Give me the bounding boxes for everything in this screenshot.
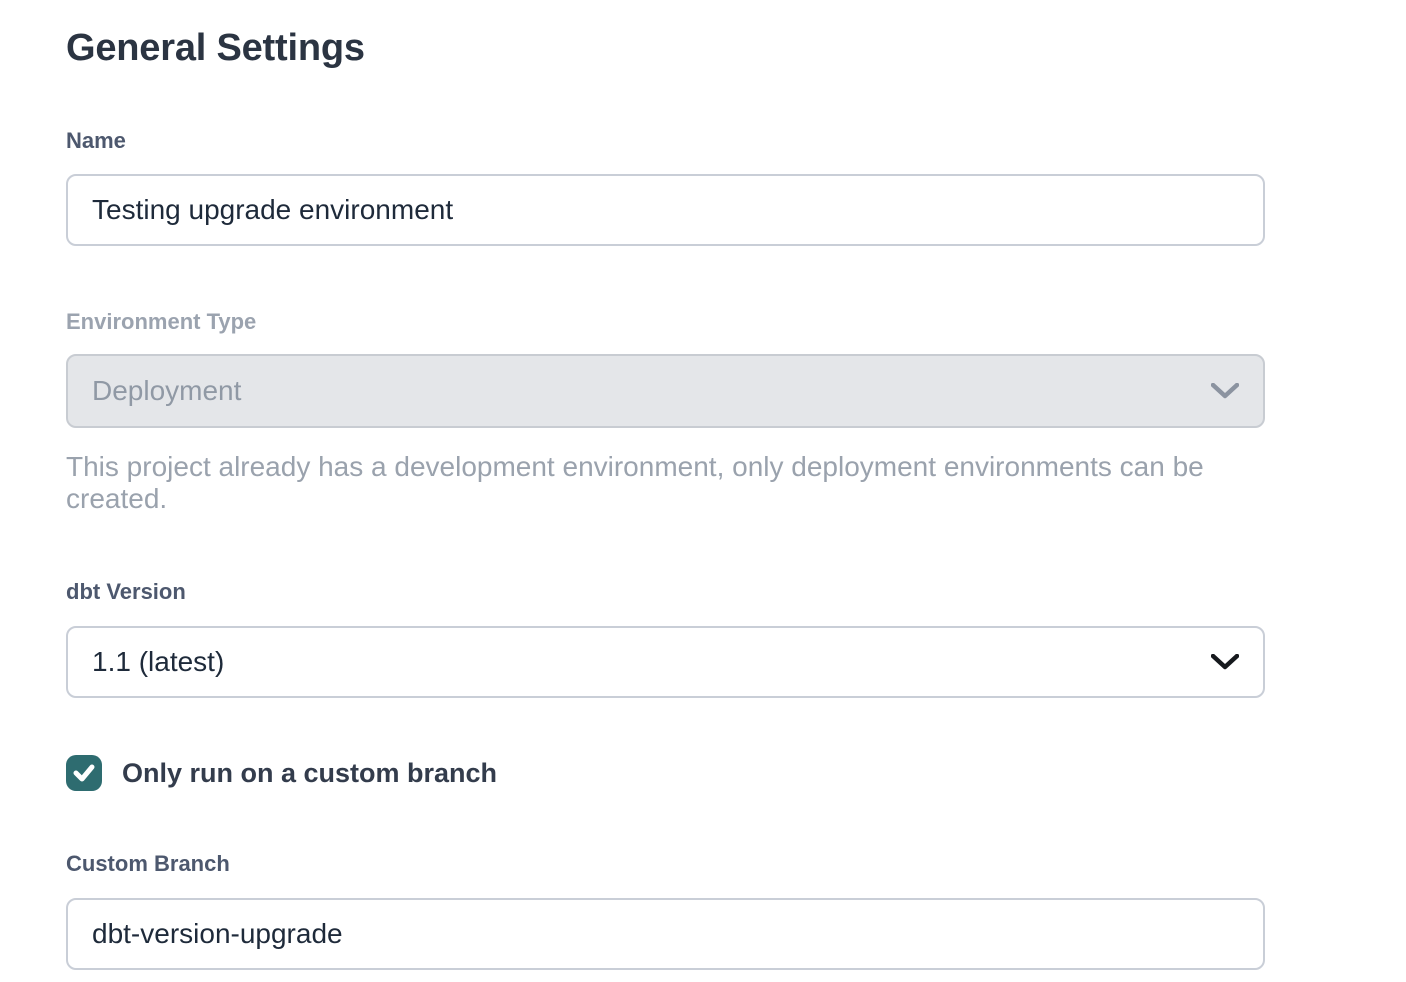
custom-branch-input[interactable] (66, 898, 1265, 970)
name-input[interactable] (66, 174, 1265, 246)
page-title: General Settings (66, 24, 1265, 72)
chevron-down-icon (1211, 383, 1239, 399)
environment-type-field-label: Environment Type (66, 309, 1265, 335)
dbt-version-field-label: dbt Version (66, 579, 1265, 605)
dbt-version-select[interactable]: 1.1 (latest) (66, 626, 1265, 698)
check-icon (72, 763, 96, 783)
name-field-label: Name (66, 128, 1265, 154)
dbt-version-selected-value: 1.1 (latest) (92, 646, 224, 678)
custom-branch-checkbox[interactable] (66, 755, 102, 791)
environment-type-select: Deployment (66, 354, 1265, 428)
general-settings-form: General Settings Name Environment Type D… (66, 24, 1265, 970)
chevron-down-icon (1211, 654, 1239, 670)
custom-branch-toggle-row: Only run on a custom branch (66, 755, 1265, 791)
custom-branch-field-label: Custom Branch (66, 851, 1265, 877)
environment-type-help-text: This project already has a development e… (66, 451, 1265, 515)
environment-type-selected-value: Deployment (92, 375, 241, 407)
custom-branch-checkbox-label[interactable]: Only run on a custom branch (122, 758, 497, 789)
